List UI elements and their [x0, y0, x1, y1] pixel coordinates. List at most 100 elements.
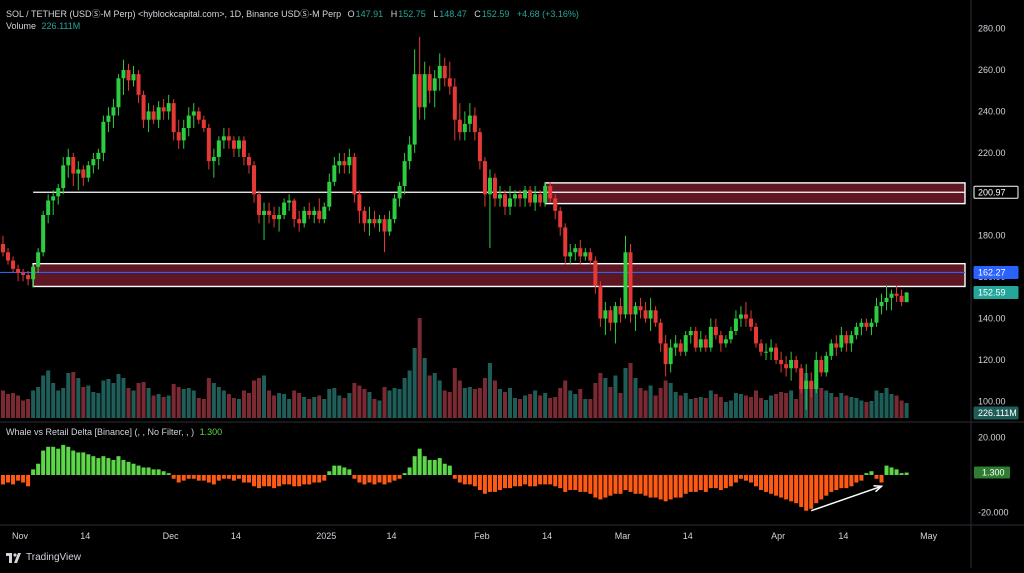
volume-bar — [91, 392, 96, 418]
candle-body — [638, 306, 643, 311]
candle-body — [272, 215, 277, 220]
candle-body — [738, 314, 743, 319]
volume-bar — [713, 394, 718, 418]
candle-body — [819, 360, 824, 373]
candle-body — [136, 74, 141, 95]
delta-bar — [272, 475, 277, 489]
volume-bar — [623, 368, 628, 418]
volume-bar — [523, 395, 528, 418]
candle-body — [66, 157, 71, 166]
candle-body — [367, 219, 372, 224]
delta-bar — [71, 450, 76, 475]
delta-bar — [347, 469, 352, 475]
volume-bar — [327, 389, 332, 418]
volume-bar — [61, 388, 66, 418]
price-tick-label: 260.00 — [978, 65, 1006, 75]
volume-bar — [221, 390, 226, 418]
candle-body — [799, 368, 804, 389]
volume-bar — [257, 378, 262, 418]
candle-body — [342, 161, 347, 166]
volume-bar — [528, 394, 533, 418]
volume-bar — [86, 385, 91, 418]
delta-bar — [769, 475, 774, 494]
chart-canvas[interactable]: 280.00260.00240.00220.00200.00180.00160.… — [0, 0, 1024, 568]
volume-bar — [56, 390, 61, 418]
candle-body — [141, 94, 146, 120]
volume-bar — [568, 390, 573, 418]
volume-bar — [196, 398, 201, 418]
candle-body — [452, 86, 457, 120]
volume-bar — [643, 390, 648, 418]
symbol-title[interactable]: SOL / TETHER (USDⓈ-M Perp) <hyblockcapit… — [6, 9, 341, 19]
volume-bar — [548, 398, 553, 418]
delta-bar — [91, 456, 96, 475]
delta-bar — [849, 475, 854, 487]
delta-bar — [447, 465, 452, 475]
oscillator-legend[interactable]: Whale vs Retail Delta [Binance] (, , No … — [6, 427, 222, 437]
volume-bar — [518, 399, 523, 418]
volume-bar — [46, 370, 51, 418]
volume-bar — [618, 393, 623, 418]
delta-bar — [337, 465, 342, 475]
candle-body — [869, 322, 874, 327]
candle-body — [151, 111, 156, 120]
volume-bar — [417, 318, 422, 418]
delta-bar — [698, 475, 703, 491]
candle-body — [191, 111, 196, 116]
delta-bar — [748, 475, 753, 483]
candle-body — [231, 140, 236, 149]
volume-bar — [307, 399, 312, 418]
delta-bar — [322, 475, 327, 481]
volume-bar — [101, 380, 106, 418]
candle-body — [121, 70, 126, 79]
volume-bar — [899, 400, 904, 418]
candle-body — [352, 157, 357, 195]
candle-body — [36, 252, 41, 267]
volume-bar — [613, 375, 618, 418]
candle-body — [598, 285, 603, 319]
candle-body — [81, 169, 86, 178]
delta-bar — [417, 448, 422, 475]
delta-bar — [508, 475, 513, 489]
candle-body — [713, 326, 718, 336]
volume-bar — [171, 384, 176, 418]
price-tick-label: 280.00 — [978, 24, 1006, 34]
candle-body — [76, 169, 81, 174]
candle-body — [372, 219, 377, 224]
delta-bar — [613, 475, 618, 494]
candle-body — [332, 165, 337, 182]
price-tick-label: 240.00 — [978, 106, 1006, 116]
volume-bar — [106, 379, 111, 418]
volume-legend[interactable]: Volume 226.111M — [6, 21, 85, 31]
candle-body — [508, 198, 513, 207]
volume-bar — [628, 363, 633, 418]
tradingview-logo[interactable]: TradingView — [6, 552, 81, 563]
ohlc-open-value: 147.91 — [355, 9, 384, 19]
delta-bar — [477, 475, 482, 491]
delta-bar — [482, 475, 487, 494]
delta-bar — [126, 461, 131, 475]
candle-body — [472, 115, 477, 133]
volume-bar — [543, 393, 548, 418]
price-change: +4.68 (+3.16%) — [516, 9, 579, 19]
volume-bar — [11, 393, 16, 418]
volume-value: 226.111M — [41, 21, 81, 31]
delta-bar — [297, 475, 302, 487]
volume-bar — [728, 400, 733, 418]
candle-body — [322, 206, 327, 220]
price-tick-label: 100.00 — [978, 396, 1006, 406]
candle-body — [46, 200, 51, 215]
time-tick-label: 14 — [231, 531, 241, 541]
candle-body — [402, 161, 407, 186]
volume-bar — [462, 388, 467, 418]
delta-bar — [422, 456, 427, 475]
candle-body — [51, 196, 56, 201]
candle-body — [392, 198, 397, 220]
candle-body — [86, 165, 91, 178]
delta-bar — [277, 475, 282, 487]
candle-body — [216, 140, 221, 157]
candle-body — [518, 194, 523, 199]
volume-bar — [447, 392, 452, 418]
time-tick-label: 14 — [542, 531, 552, 541]
volume-bar — [633, 378, 638, 418]
